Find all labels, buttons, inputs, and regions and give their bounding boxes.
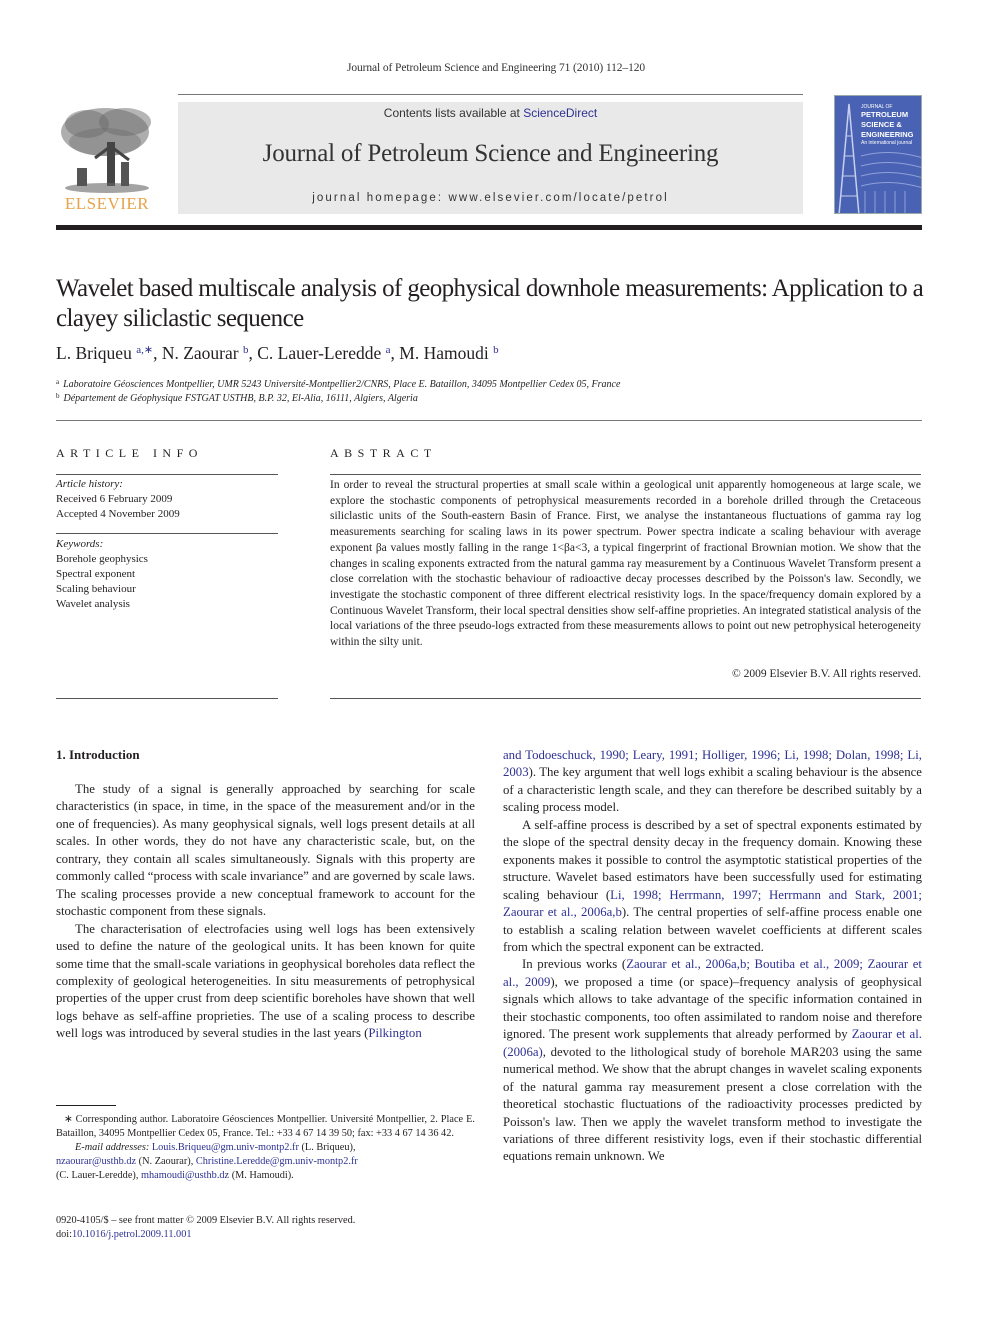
email-link[interactable]: nzaourar@usthb.dz xyxy=(56,1156,136,1167)
header-rule xyxy=(178,94,803,95)
paragraph: The characterisation of electrofacies us… xyxy=(56,921,475,1041)
left-column: The study of a signal is generally appro… xyxy=(56,781,475,1043)
author-affil-link[interactable]: b xyxy=(493,344,499,356)
author-name: C. Lauer-Leredde xyxy=(257,343,382,363)
keyword: Spectral exponent xyxy=(56,568,136,580)
paragraph: The study of a signal is generally appro… xyxy=(56,782,475,919)
journal-name: Journal of Petroleum Science and Enginee… xyxy=(262,140,719,167)
keywords-label: Keywords: xyxy=(56,538,104,550)
keywords: Keywords: Borehole geophysics Spectral e… xyxy=(56,537,278,612)
section-divider xyxy=(56,420,922,421)
front-matter-text: 0920-4105/$ – see front matter © 2009 El… xyxy=(56,1215,356,1226)
article-title: Wavelet based multiscale analysis of geo… xyxy=(56,275,924,332)
email-link[interactable]: Christine.Leredde@gm.univ-montp2.fr xyxy=(196,1156,358,1167)
journal-cover-thumbnail[interactable]: JOURNAL OF PETROLEUM SCIENCE & ENGINEERI… xyxy=(834,95,922,214)
info-rule xyxy=(56,698,278,699)
cover-title: JOURNAL OF PETROLEUM SCIENCE & ENGINEERI… xyxy=(861,104,914,146)
affiliation: a Laboratoire Géosciences Montpellier, UM… xyxy=(56,378,621,390)
email-link[interactable]: mhamoudi@usthb.dz xyxy=(141,1170,229,1181)
front-matter: 0920-4105/$ – see front matter © 2009 El… xyxy=(56,1214,475,1242)
email-link[interactable]: Louis.Briqueu@gm.univ-montp2.fr xyxy=(152,1142,299,1153)
author-affil-link[interactable]: b xyxy=(243,344,249,356)
article-info-heading: ARTICLE INFO xyxy=(56,446,203,460)
sciencedirect-link[interactable]: ScienceDirect xyxy=(523,106,597,120)
running-head: Journal of Petroleum Science and Enginee… xyxy=(346,62,646,74)
contents-prefix: Contents lists available at xyxy=(383,106,524,120)
contents-line: Contents lists available at ScienceDirec… xyxy=(178,106,803,120)
corresponding-author-note: ∗ Corresponding author. Laboratoire Géos… xyxy=(56,1113,475,1183)
abstract-rule xyxy=(330,698,921,699)
keyword: Borehole geophysics xyxy=(56,553,148,565)
doi: doi:10.1016/j.petrol.2009.11.001 xyxy=(56,1229,192,1240)
author-list: L. Briqueu a,∗, N. Zaourar b, C. Lauer-L… xyxy=(56,343,499,363)
paragraph: In previous works (Zaourar et al., 2006a… xyxy=(503,957,922,1164)
journal-homepage[interactable]: journal homepage: www.elsevier.com/locat… xyxy=(178,192,803,204)
keyword: Scaling behaviour xyxy=(56,583,136,595)
info-rule xyxy=(56,533,278,534)
author-name: L. Briqueu xyxy=(56,343,132,363)
keyword: Wavelet analysis xyxy=(56,598,130,610)
affiliation: b Département de Géophysique FSTGAT USTHB… xyxy=(56,392,418,404)
tree-icon xyxy=(61,108,151,193)
right-column: and Todoeschuck, 1990; Leary, 1991; Holl… xyxy=(503,747,922,1166)
article-history: Article history: Received 6 February 200… xyxy=(56,477,278,522)
info-rule xyxy=(56,474,278,475)
corresponding-text: ∗ Corresponding author. Laboratoire Géos… xyxy=(56,1114,475,1139)
author-affil-link[interactable]: a,∗ xyxy=(136,344,153,356)
history-label: Article history: xyxy=(56,478,123,490)
abstract-heading: ABSTRACT xyxy=(330,446,437,460)
citation-link[interactable]: Pilkington xyxy=(368,1026,421,1040)
author-name: M. Hamoudi xyxy=(399,343,489,363)
abstract-copyright: © 2009 Elsevier B.V. All rights reserved… xyxy=(732,668,921,680)
received-date: Received 6 February 2009 xyxy=(56,493,173,505)
author-name: N. Zaourar xyxy=(161,343,239,363)
accepted-date: Accepted 4 November 2009 xyxy=(56,508,180,520)
abstract-text: In order to reveal the structural proper… xyxy=(330,479,921,649)
paragraph: and Todoeschuck, 1990; Leary, 1991; Holl… xyxy=(503,748,922,815)
footnote-rule xyxy=(56,1105,116,1106)
email-addresses: E-mail addresses: Louis.Briqueu@gm.univ-… xyxy=(56,1142,358,1181)
doi-link[interactable]: 10.1016/j.petrol.2009.11.001 xyxy=(72,1229,191,1240)
author-affil-link[interactable]: a xyxy=(386,344,391,356)
elsevier-logo[interactable]: ELSEVIER xyxy=(55,102,159,214)
paragraph: A self-affine process is described by a … xyxy=(503,817,922,954)
header-thick-rule xyxy=(56,225,922,230)
elsevier-wordmark: ELSEVIER xyxy=(64,194,150,213)
section-heading: 1. Introduction xyxy=(56,747,140,762)
abstract-rule xyxy=(330,474,921,475)
